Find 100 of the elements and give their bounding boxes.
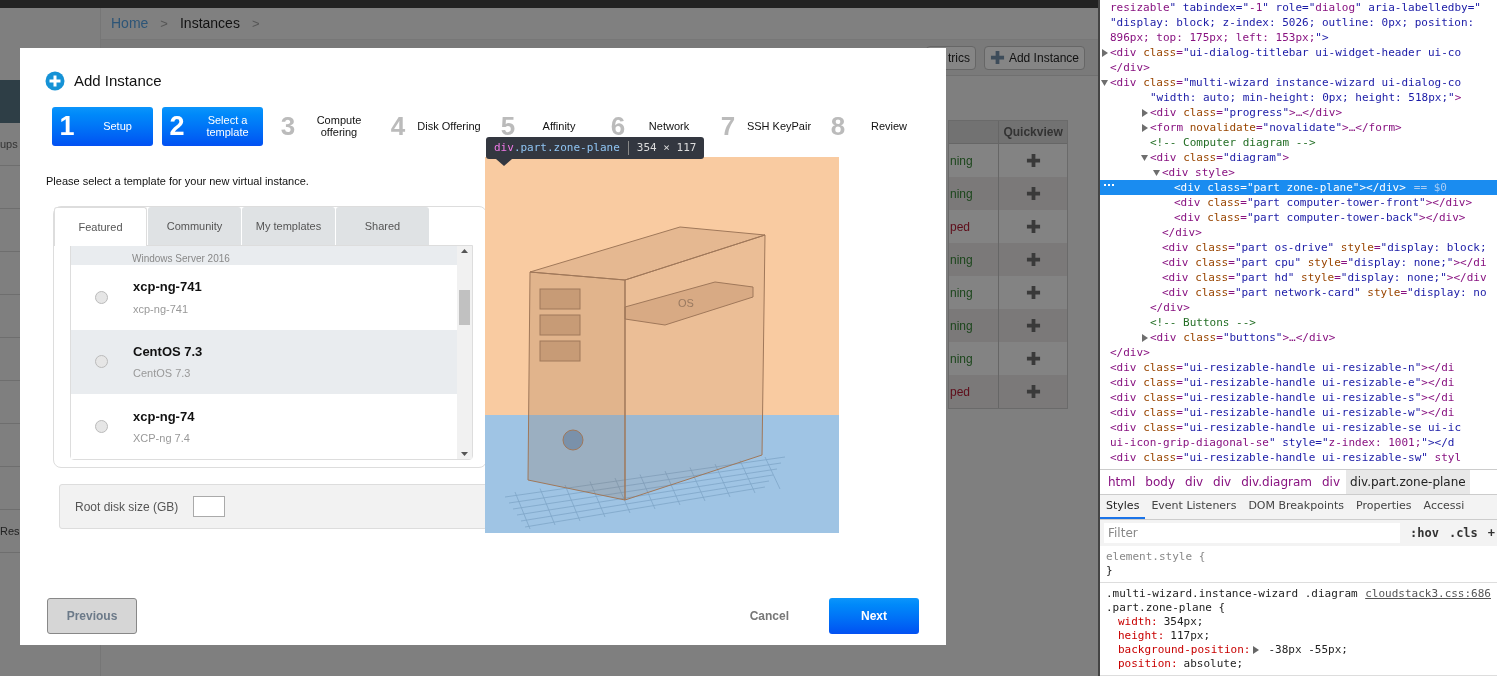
template-name: CentOS 7.3 [133, 342, 203, 361]
step-number: 4 [389, 113, 407, 139]
field-label: Root disk size (GB) [75, 498, 179, 516]
devtools-tab[interactable]: DOM Breakpoints [1242, 495, 1350, 520]
step-label: Review [869, 120, 909, 132]
template-description: Windows Server 2016 [132, 252, 230, 265]
dom-node[interactable]: <!-- Computer diagram --> [1100, 135, 1497, 150]
step-label: Compute offering [315, 114, 363, 138]
dom-node[interactable]: </div> [1100, 300, 1497, 315]
dom-node-text: <!-- Buttons --> [1150, 315, 1256, 330]
radio-button[interactable] [95, 290, 108, 304]
template-tab[interactable]: Community [148, 207, 241, 246]
radio-button[interactable] [95, 420, 108, 434]
css-property[interactable]: height: 117px; [1106, 629, 1491, 643]
css-selector: .multi-wizard.instance-wizard .diagram [1106, 587, 1358, 601]
plus-icon [1025, 186, 1041, 201]
radio-button[interactable] [95, 355, 108, 369]
dom-node[interactable]: <div class="progress">…</div> [1100, 105, 1497, 120]
status-text: ning [949, 350, 973, 368]
css-property[interactable]: position: absolute; [1106, 657, 1491, 671]
dom-node[interactable]: <div class="part os-drive" style="display: block; [1100, 240, 1497, 255]
dom-node-text: <div class="part computer-tower-front"></div> [1174, 195, 1473, 210]
caret-icon[interactable] [1140, 108, 1150, 117]
plus-icon [1025, 384, 1041, 399]
step-number: 8 [829, 113, 847, 139]
breadcrumb-item[interactable]: html [1104, 470, 1140, 495]
dom-node[interactable]: 896px; top: 175px; left: 153px;"> [1100, 30, 1497, 45]
devtools-tab[interactable]: Accessi [1417, 495, 1471, 520]
dom-node-text: <div class="part zone-plane"></div> [1174, 180, 1406, 195]
dom-node[interactable]: </div> [1100, 60, 1497, 75]
dom-node-text: </div> [1150, 300, 1190, 315]
template-tab[interactable]: Shared [336, 207, 429, 246]
dom-node[interactable]: <div class="buttons">…</div> [1100, 330, 1497, 345]
status-text: ped [949, 383, 971, 401]
status-text: ning [949, 284, 973, 302]
dom-node[interactable]: <div class="part network-card" style="display: no [1100, 285, 1497, 300]
breadcrumb-item[interactable]: div.diagram [1237, 470, 1316, 495]
step-label: Select a template [205, 114, 250, 138]
template-tab[interactable]: My templates [242, 207, 335, 246]
filter-button[interactable]: + [1487, 524, 1496, 543]
input-field[interactable] [193, 496, 226, 517]
dom-node[interactable]: </div> [1100, 225, 1497, 240]
step-number: 2 [168, 109, 186, 143]
dom-node-text: </div> [1110, 60, 1150, 75]
dom-node[interactable]: <div class="diagram"> [1100, 150, 1497, 165]
caret-icon[interactable] [1152, 168, 1162, 177]
dom-node[interactable]: <!-- Buttons --> [1100, 315, 1497, 330]
next-button[interactable]: Next [829, 598, 919, 634]
scroll-thumb[interactable] [459, 290, 470, 325]
plus-icon [1025, 153, 1041, 168]
dom-node-text: <div class="part hd" style="display: none;"></div [1162, 270, 1487, 285]
breadcrumb-item[interactable]: div [1209, 470, 1236, 495]
dom-node[interactable]: <div style> [1100, 165, 1497, 180]
devtools-tab[interactable]: Properties [1350, 495, 1418, 520]
scroll-up-icon[interactable] [461, 249, 468, 253]
css-property[interactable]: width: 354px; [1106, 615, 1491, 629]
template-row[interactable]: CentOS 7.3 CentOS 7.3 [71, 329, 457, 395]
breadcrumb-item[interactable]: div [1318, 470, 1345, 495]
breadcrumb-item[interactable]: body [1141, 470, 1180, 495]
dom-node-text: <div class="diagram"> [1150, 150, 1290, 165]
css-property[interactable]: background-position: -38px -55px; [1106, 643, 1491, 657]
step-number: 6 [609, 113, 627, 139]
template-tab[interactable]: Featured [54, 207, 147, 246]
sidebar-item[interactable]: Res [0, 522, 20, 540]
devtools-tab[interactable]: Event Listeners [1145, 495, 1243, 520]
breadcrumb-item[interactable]: div.part.zone-plane [1346, 470, 1470, 495]
dialog-title: Add Instance [74, 71, 162, 91]
caret-icon[interactable] [1100, 78, 1110, 87]
caret-icon[interactable] [1140, 333, 1150, 342]
filter-button[interactable]: :hov [1410, 524, 1439, 543]
caret-icon[interactable] [1140, 153, 1150, 162]
toolbar-button[interactable]: Add Instance [983, 45, 1085, 70]
step-number: 5 [499, 113, 517, 139]
step-label: Setup [102, 120, 133, 132]
breadcrumb-separator: > [251, 14, 260, 33]
step-number: 3 [279, 113, 297, 139]
dom-node[interactable]: <div class="part computer-tower-front"></div> [1100, 195, 1497, 210]
dom-node[interactable]: "width: auto; min-height: 0px; height: 518px;"> [1100, 90, 1497, 105]
status-text: ped [949, 218, 971, 236]
source-link[interactable]: cloudstack3.css:686 [1365, 587, 1491, 601]
dom-node[interactable]: <div class="part computer-tower-back"></div> [1100, 210, 1497, 225]
dom-node-text: 896px; top: 175px; left: 153px;"> [1110, 30, 1329, 45]
dom-node[interactable]: </div> [1100, 345, 1497, 360]
breadcrumb-separator: > [160, 14, 168, 33]
caret-icon[interactable] [1140, 123, 1150, 132]
scroll-down-icon[interactable] [461, 452, 468, 456]
dom-node[interactable]: <form novalidate="novalidate">…</form> [1100, 120, 1497, 135]
dom-node[interactable]: <div class="part hd" style="display: none;"></div [1100, 270, 1497, 285]
scrollbar[interactable] [457, 246, 472, 459]
caret-icon[interactable] [1100, 48, 1110, 57]
filter-button[interactable]: .cls [1448, 524, 1478, 543]
expand-icon[interactable] [1252, 646, 1261, 654]
dom-node[interactable]: <div class="part cpu" style="display: none;"></di [1100, 255, 1497, 270]
css-selector: .part.zone-plane { [1106, 601, 1227, 615]
filter-field[interactable]: Filter [1104, 523, 1400, 544]
dom-node-text: "width: auto; min-height: 0px; height: 518px;"> [1150, 90, 1462, 105]
breadcrumb-item[interactable]: div [1181, 470, 1208, 495]
plus-icon [1025, 219, 1041, 234]
cancel-button[interactable]: Cancel [749, 607, 789, 625]
dom-node-text: <div class="buttons">…</div> [1150, 330, 1336, 345]
